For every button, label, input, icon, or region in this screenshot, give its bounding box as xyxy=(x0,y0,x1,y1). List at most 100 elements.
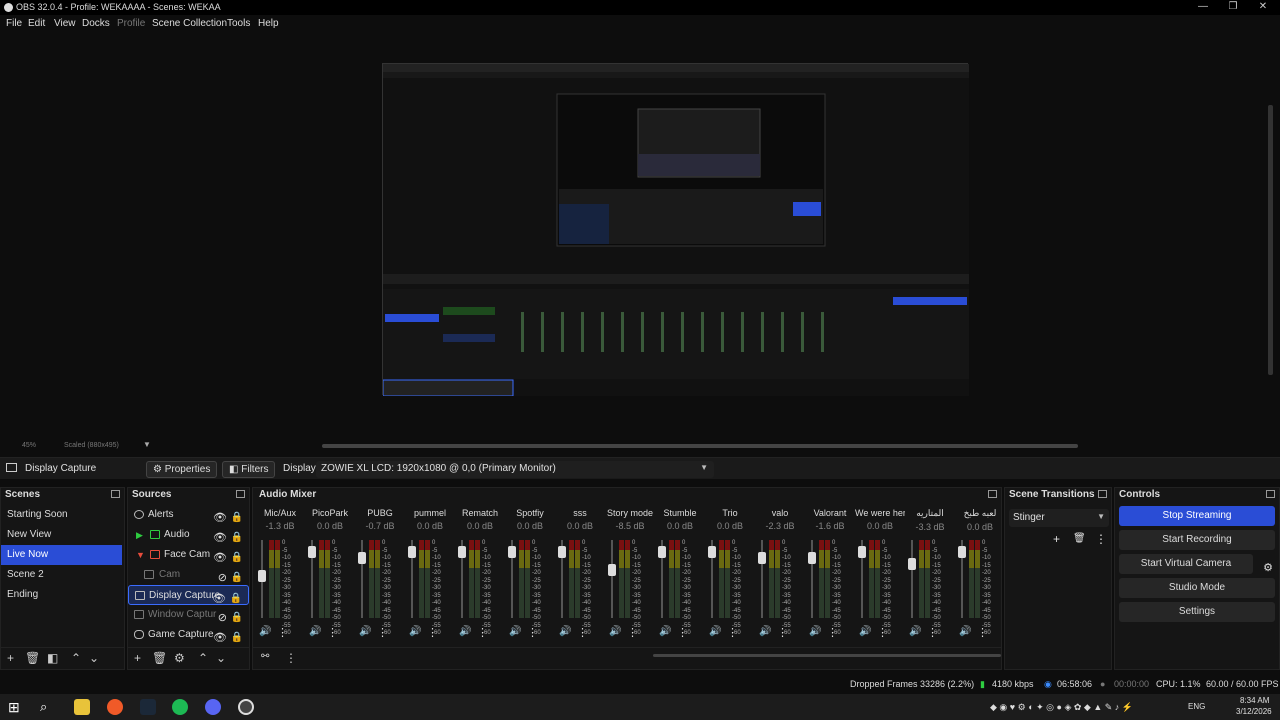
undock-icon[interactable] xyxy=(1266,490,1275,498)
volume-slider-handle[interactable] xyxy=(358,552,366,564)
menu-help[interactable]: Help xyxy=(258,18,279,29)
speaker-icon[interactable]: 🔊 xyxy=(659,626,671,637)
transition-select[interactable]: Stinger ▼ xyxy=(1009,509,1109,527)
volume-slider-handle[interactable] xyxy=(858,546,866,558)
expand-icon[interactable]: ▶ xyxy=(136,525,143,545)
chevron-down-icon[interactable]: ⌄ xyxy=(216,651,226,665)
undock-icon[interactable] xyxy=(1098,490,1107,498)
properties-button[interactable]: ⚙ Properties xyxy=(146,461,218,478)
more-icon[interactable]: ⋮ xyxy=(277,626,288,639)
volume-slider-handle[interactable] xyxy=(708,546,716,558)
scene-item[interactable]: New View xyxy=(1,525,124,545)
speaker-icon[interactable]: 🔊 xyxy=(859,626,871,637)
clock-time[interactable]: 8:34 AM xyxy=(1240,696,1269,705)
source-item-alerts[interactable]: Alerts 👁 🔒 xyxy=(128,505,249,525)
speaker-icon[interactable]: 🔊 xyxy=(709,626,721,637)
add-icon[interactable]: + xyxy=(134,651,141,665)
filter-icon[interactable]: ◧ xyxy=(47,651,58,665)
language-indicator[interactable]: ENG xyxy=(1188,702,1205,711)
volume-slider-handle[interactable] xyxy=(258,570,266,582)
volume-slider-handle[interactable] xyxy=(808,552,816,564)
trash-icon[interactable]: 🗑 xyxy=(25,651,40,665)
more-icon[interactable]: ⋮ xyxy=(927,626,938,639)
volume-slider-handle[interactable] xyxy=(558,546,566,558)
studio-mode-button[interactable]: Studio Mode xyxy=(1119,578,1275,598)
chevron-up-icon[interactable]: ⌃ xyxy=(198,651,208,665)
source-item-audio[interactable]: ▶ Audio 👁 🔒 xyxy=(128,525,249,545)
speaker-icon[interactable]: 🔊 xyxy=(509,626,521,637)
file-explorer-icon[interactable] xyxy=(74,699,90,715)
volume-slider-handle[interactable] xyxy=(458,546,466,558)
volume-slider-handle[interactable] xyxy=(408,546,416,558)
collapse-icon[interactable]: ▼ xyxy=(136,545,145,565)
settings-button[interactable]: Settings xyxy=(1119,602,1275,622)
scene-item-selected[interactable]: Live Now xyxy=(1,545,122,565)
tray-icons[interactable]: ◆ ◉ ♥ ⚙ ◐ ✦ ◎ ● ◈ ✿ ◆ ▲ ✎ ♪ ⚡ xyxy=(990,702,1133,713)
obs-taskbar-icon[interactable] xyxy=(238,699,254,715)
source-item-face-cam[interactable]: ▼ Face Cam 👁 🔒 xyxy=(128,545,249,565)
more-icon[interactable]: ⋮ xyxy=(877,626,888,639)
speaker-icon[interactable]: 🔊 xyxy=(259,626,271,637)
source-item-game-capture[interactable]: Game Capture 👁 🔒 xyxy=(128,625,249,645)
trash-icon[interactable]: 🗑 xyxy=(152,651,167,665)
speaker-icon[interactable]: 🔊 xyxy=(409,626,421,637)
undock-icon[interactable] xyxy=(988,490,997,498)
undock-icon[interactable] xyxy=(111,490,120,498)
chevron-up-icon[interactable]: ⌃ xyxy=(71,651,81,665)
speaker-icon[interactable]: 🔊 xyxy=(309,626,321,637)
steam-icon[interactable] xyxy=(140,699,156,715)
speaker-icon[interactable]: 🔊 xyxy=(909,626,921,637)
speaker-icon[interactable]: 🔊 xyxy=(559,626,571,637)
more-icon[interactable]: ⋮ xyxy=(377,626,388,639)
display-select[interactable]: ZOWIE XL LCD: 1920x1080 @ 0,0 (Primary M… xyxy=(316,461,714,478)
menu-file[interactable]: File xyxy=(6,18,22,29)
windows-start-icon[interactable]: ⊞ xyxy=(8,699,24,715)
source-item-cam[interactable]: Cam ⊘ 🔒 xyxy=(128,565,249,585)
menu-docks[interactable]: Docks xyxy=(82,18,110,29)
more-icon[interactable]: ⋮ xyxy=(977,626,988,639)
link-icon[interactable]: ⚯ xyxy=(261,651,269,662)
more-icon[interactable]: ⋮ xyxy=(527,626,538,639)
volume-slider-track[interactable] xyxy=(611,540,613,618)
more-icon[interactable]: ⋮ xyxy=(327,626,338,639)
speaker-icon[interactable]: 🔊 xyxy=(459,626,471,637)
lock-icon[interactable]: 🔒 xyxy=(231,628,243,648)
preview-horizontal-scrollbar[interactable] xyxy=(322,444,1078,448)
volume-slider-track[interactable] xyxy=(911,540,913,618)
volume-slider-handle[interactable] xyxy=(658,546,666,558)
brave-browser-icon[interactable] xyxy=(107,699,123,715)
more-icon[interactable]: ⋮ xyxy=(1095,532,1107,546)
zoom-level[interactable]: 45% xyxy=(22,442,36,449)
more-icon[interactable]: ⋮ xyxy=(827,626,838,639)
speaker-icon[interactable]: 🔊 xyxy=(809,626,821,637)
more-icon[interactable]: ⋮ xyxy=(477,626,488,639)
minimize-button[interactable]: — xyxy=(1188,0,1218,15)
menu-tools[interactable]: Tools xyxy=(227,18,250,29)
speaker-icon[interactable]: 🔊 xyxy=(359,626,371,637)
add-icon[interactable]: + xyxy=(7,651,14,665)
menu-view[interactable]: View xyxy=(54,18,76,29)
clock-date[interactable]: 3/12/2026 xyxy=(1236,707,1272,716)
scene-item[interactable]: Scene 2 xyxy=(1,565,124,585)
stop-streaming-button[interactable]: Stop Streaming xyxy=(1119,506,1275,526)
menu-profile[interactable]: Profile xyxy=(117,18,145,29)
speaker-icon[interactable]: 🔊 xyxy=(609,626,621,637)
speaker-icon[interactable]: 🔊 xyxy=(759,626,771,637)
spotify-icon[interactable] xyxy=(172,699,188,715)
filters-button[interactable]: ◧ Filters xyxy=(222,461,276,478)
scene-item[interactable]: Starting Soon xyxy=(1,505,124,525)
start-virtual-camera-button[interactable]: Start Virtual Camera xyxy=(1119,554,1253,574)
volume-slider-handle[interactable] xyxy=(908,558,916,570)
more-icon[interactable]: ⋮ xyxy=(627,626,638,639)
search-icon[interactable]: ⌕ xyxy=(40,699,56,715)
mixer-scrollbar[interactable] xyxy=(653,654,1001,657)
preview-vertical-scrollbar[interactable] xyxy=(1268,105,1273,375)
more-icon[interactable]: ⋮ xyxy=(727,626,738,639)
undock-icon[interactable] xyxy=(236,490,245,498)
source-item-window-capture[interactable]: Window Captur ⊘ 🔒 xyxy=(128,605,249,625)
volume-slider-handle[interactable] xyxy=(608,564,616,576)
scale-dropdown-icon[interactable]: ▼ xyxy=(143,440,151,449)
eye-icon[interactable]: 👁 xyxy=(213,628,227,648)
speaker-icon[interactable]: 🔊 xyxy=(959,626,971,637)
preview-canvas[interactable] xyxy=(382,63,969,397)
